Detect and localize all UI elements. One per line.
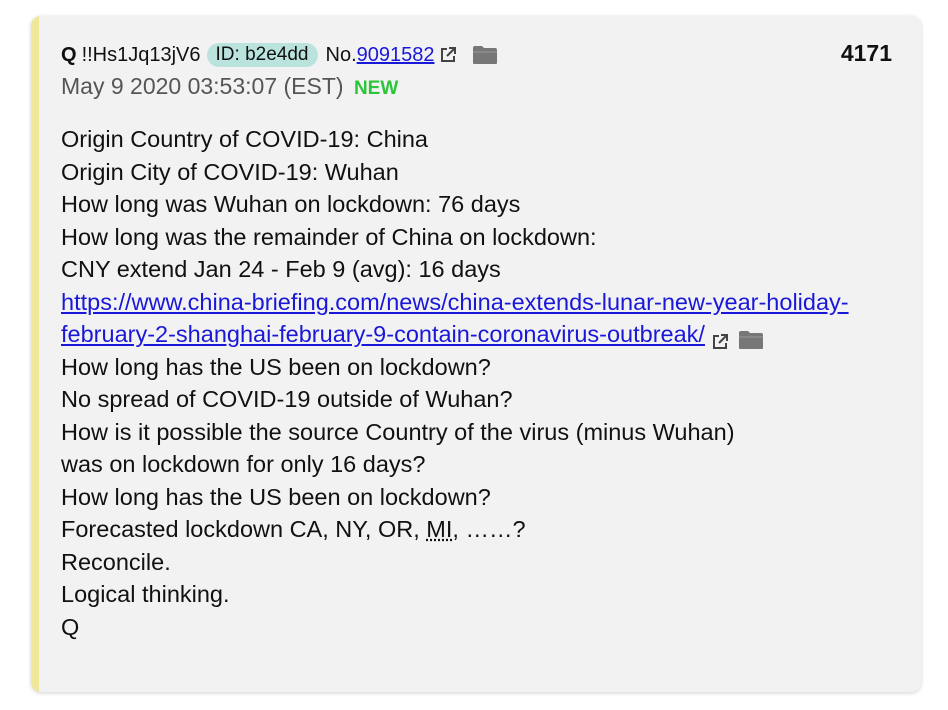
post-signature: Q [61, 613, 80, 640]
post-number-prefix: No. [325, 43, 357, 66]
post-link[interactable]: 9091582 [357, 44, 435, 67]
post-card: 4171 Q !!Hs1Jq13jV6 ID: b2e4dd No. 90915… [31, 16, 921, 692]
body-line-prefix: Forecasted lockdown CA, NY, OR, [61, 516, 427, 542]
body-line: was on lockdown for only 16 days? [61, 451, 426, 477]
body-line: How long was Wuhan on lockdown: 76 days [61, 191, 521, 217]
body-line: How long has the US been on lockdown? [61, 353, 491, 380]
folder-icon[interactable] [472, 45, 498, 65]
body-link-row: https://www.china-briefing.com/news/chin… [61, 286, 891, 351]
author-name: Q [61, 43, 77, 66]
external-link-icon[interactable] [711, 327, 729, 349]
post-header: Q !!Hs1Jq13jV6 ID: b2e4dd No. 9091582 [61, 43, 498, 67]
post-number: 4171 [840, 40, 892, 66]
state-abbreviation: MI [426, 516, 453, 542]
external-link-icon[interactable] [439, 46, 457, 64]
post-body: Origin Country of COVID-19: China Origin… [61, 123, 891, 643]
body-line: How long was the remainder of China on l… [61, 223, 597, 250]
tripcode: !!Hs1Jq13jV6 [81, 43, 201, 66]
post-accent-bar [31, 16, 39, 692]
body-line: Forecasted lockdown CA, NY, OR, MI, ……? [61, 513, 891, 546]
body-line: Origin City of COVID-19: Wuhan [61, 158, 399, 185]
post-timestamp-row: May 9 2020 03:53:07 (EST) NEW [61, 73, 398, 100]
folder-icon[interactable] [738, 326, 764, 349]
poster-id-badge[interactable]: ID: b2e4dd [206, 43, 318, 67]
body-link-text: https://www.china-briefing.com/news/chin… [61, 288, 849, 348]
body-line: Origin Country of COVID-19: China [61, 126, 429, 152]
body-line-suffix: , ……? [452, 516, 526, 542]
body-link[interactable]: https://www.china-briefing.com/news/chin… [61, 289, 849, 348]
body-line: How long has the US been on lockdown? [61, 483, 491, 510]
body-line: How is it possible the source Country of… [61, 418, 735, 445]
post-timestamp: May 9 2020 03:53:07 (EST) [61, 73, 344, 99]
new-badge: NEW [353, 78, 399, 99]
body-line: CNY extend Jan 24 - Feb 9 (avg): 16 days [61, 256, 501, 282]
body-line: No spread of COVID-19 outside of Wuhan? [61, 386, 513, 412]
body-line: Reconcile. [61, 548, 171, 575]
body-line: Logical thinking. [61, 581, 230, 607]
